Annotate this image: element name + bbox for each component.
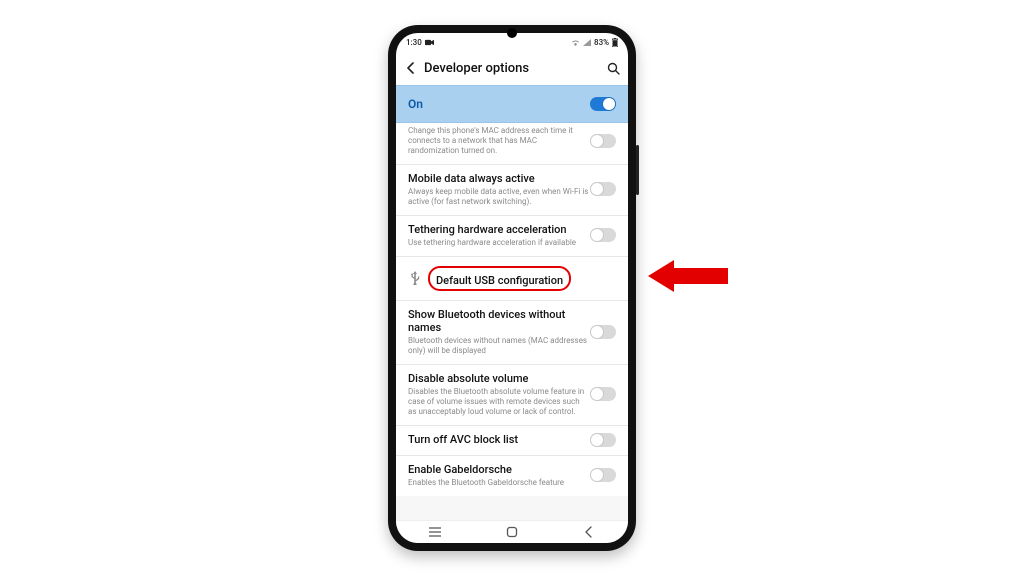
- status-time: 1:30: [406, 38, 422, 47]
- row-desc: Always keep mobile data active, even whe…: [408, 187, 590, 207]
- toggle-bt-no-name[interactable]: [590, 325, 616, 339]
- nav-recents[interactable]: [425, 527, 445, 537]
- row-tethering-hardware-accel[interactable]: Tethering hardware acceleration Use teth…: [396, 215, 628, 256]
- phone-screen: 1:30 83% D: [396, 33, 628, 543]
- row-title: Turn off AVC block list: [408, 433, 590, 447]
- annotation-arrow: [648, 257, 728, 295]
- toggle-gabeldorsche[interactable]: [590, 468, 616, 482]
- row-mobile-data-always-active[interactable]: Mobile data always active Always keep mo…: [396, 164, 628, 215]
- row-title: Mobile data always active: [408, 172, 590, 186]
- status-left: 1:30: [406, 38, 434, 47]
- usb-icon: [408, 271, 422, 285]
- row-desc: Change this phone's MAC address each tim…: [408, 126, 590, 156]
- row-title: Default USB configuration: [436, 274, 563, 287]
- video-icon: [425, 39, 434, 46]
- row-turn-off-avc-block-list[interactable]: Turn off AVC block list: [396, 425, 628, 455]
- row-desc: Enables the Bluetooth Gabeldorsche featu…: [408, 478, 590, 488]
- toggle-mac-randomization[interactable]: [590, 134, 616, 148]
- toggle-mobile-data[interactable]: [590, 182, 616, 196]
- phone-frame: 1:30 83% D: [388, 25, 636, 551]
- nav-back[interactable]: [579, 526, 599, 538]
- toggle-avc[interactable]: [590, 433, 616, 447]
- row-enable-gabeldorsche[interactable]: Enable Gabeldorsche Enables the Bluetoot…: [396, 455, 628, 496]
- battery-icon: [612, 38, 618, 47]
- settings-list[interactable]: randomization Change this phone's MAC ad…: [396, 123, 628, 521]
- row-title: Enable Gabeldorsche: [408, 463, 590, 477]
- status-right: 83%: [571, 38, 618, 47]
- camera-notch: [507, 28, 517, 38]
- developer-options-master-row[interactable]: On: [396, 85, 628, 123]
- status-battery: 83%: [594, 38, 609, 47]
- row-show-bt-without-names[interactable]: Show Bluetooth devices without names Blu…: [396, 300, 628, 365]
- toggle-tethering[interactable]: [590, 228, 616, 242]
- system-nav-bar: [396, 520, 628, 543]
- row-disable-absolute-volume[interactable]: Disable absolute volume Disables the Blu…: [396, 364, 628, 425]
- row-desc: Disables the Bluetooth absolute volume f…: [408, 387, 590, 417]
- search-button[interactable]: [606, 61, 620, 75]
- row-title: Show Bluetooth devices without names: [408, 308, 590, 336]
- master-toggle[interactable]: [590, 97, 616, 111]
- row-desc: Use tethering hardware acceleration if a…: [408, 238, 590, 248]
- row-title: Tethering hardware acceleration: [408, 223, 590, 237]
- row-default-usb-configuration[interactable]: Default USB configuration: [396, 256, 628, 300]
- app-header: Developer options: [396, 51, 628, 85]
- toggle-absolute-volume[interactable]: [590, 387, 616, 401]
- row-desc: Bluetooth devices without names (MAC add…: [408, 336, 590, 356]
- signal-icon: [583, 39, 591, 46]
- nav-home[interactable]: [502, 526, 522, 538]
- back-button[interactable]: [404, 61, 418, 75]
- row-title: Disable absolute volume: [408, 372, 590, 386]
- wifi-icon: [571, 39, 580, 46]
- annotation-highlight: Default USB configuration: [428, 266, 571, 291]
- master-toggle-label: On: [408, 97, 423, 111]
- page-title: Developer options: [424, 61, 600, 76]
- row-mac-randomization[interactable]: randomization Change this phone's MAC ad…: [396, 123, 628, 164]
